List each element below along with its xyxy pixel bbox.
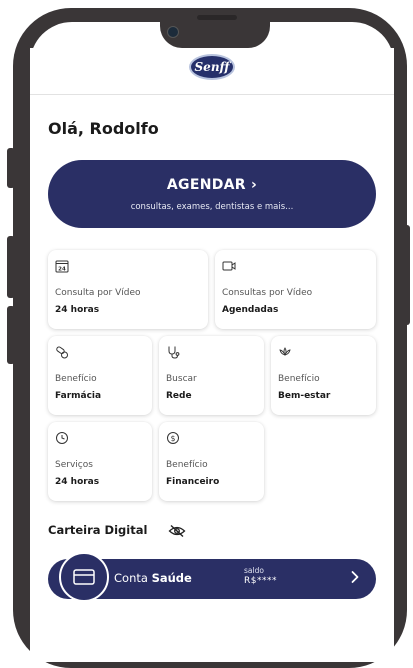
conta-saude-label: Conta Saúde xyxy=(114,571,192,585)
card-beneficio-farmacia[interactable]: Benefício Farmácia xyxy=(48,336,152,415)
24h-calendar-icon: 24 xyxy=(55,260,69,273)
phone-camera xyxy=(167,26,179,38)
credit-card-icon xyxy=(73,569,95,585)
app-header: Senff xyxy=(30,48,394,95)
card-label: Benefício xyxy=(55,374,97,384)
card-label: Benefício xyxy=(278,374,320,384)
card-beneficio-financeiro[interactable]: $ Benefício Financeiro xyxy=(159,422,264,501)
chevron-right-icon[interactable] xyxy=(350,570,360,584)
clock-icon xyxy=(56,432,68,444)
card-consultas-video-agendadas[interactable]: Consultas por Vídeo Agendadas xyxy=(215,250,376,329)
card-beneficio-bem-estar[interactable]: Benefício Bem-estar xyxy=(271,336,376,415)
saldo-value: R$**** xyxy=(244,576,277,586)
dollar-coin-icon: $ xyxy=(167,432,179,444)
video-camera-icon xyxy=(222,261,236,271)
agendar-subtitle: consultas, exames, dentistas e mais... xyxy=(130,202,294,212)
svg-text:$: $ xyxy=(171,434,176,443)
conta-name: Saúde xyxy=(151,571,192,585)
eye-off-icon[interactable] xyxy=(168,524,186,538)
svg-text:24: 24 xyxy=(58,267,66,273)
agendar-title: AGENDAR › xyxy=(166,177,258,193)
phone-speaker xyxy=(197,15,237,20)
phone-volume-up-button xyxy=(7,236,15,298)
greeting-title: Olá, Rodolfo xyxy=(48,119,159,138)
stethoscope-icon xyxy=(168,346,180,359)
conta-prefix: Conta xyxy=(114,571,152,585)
card-value: Bem-estar xyxy=(278,391,331,401)
card-label: Consultas por Vídeo xyxy=(222,288,313,298)
card-value: Financeiro xyxy=(166,477,220,487)
senff-logo: Senff xyxy=(189,54,235,80)
carteira-digital-title: Carteira Digital xyxy=(48,523,148,537)
phone-side-button xyxy=(7,148,15,188)
lotus-icon xyxy=(279,347,291,357)
card-value: 24 horas xyxy=(55,305,100,315)
card-value: Farmácia xyxy=(55,391,102,401)
card-value: 24 horas xyxy=(55,477,100,487)
card-value: Agendadas xyxy=(222,305,279,315)
card-buscar-rede[interactable]: Buscar Rede xyxy=(159,336,264,415)
card-label: Serviços xyxy=(55,460,93,470)
card-consulta-video-24h[interactable]: 24 Consulta por Vídeo 24 horas xyxy=(48,250,208,329)
card-label: Buscar xyxy=(166,374,197,384)
phone-power-button xyxy=(404,225,410,325)
card-servicos-24h[interactable]: Serviços 24 horas xyxy=(48,422,152,501)
card-label: Consulta por Vídeo xyxy=(55,288,141,298)
card-label: Benefício xyxy=(166,460,208,470)
phone-volume-down-button xyxy=(7,306,15,364)
agendar-button[interactable]: AGENDAR › consultas, exames, dentistas e… xyxy=(48,160,376,228)
conta-card-badge xyxy=(59,552,109,602)
saldo-label: saldo xyxy=(244,566,264,575)
card-value: Rede xyxy=(166,391,192,401)
pills-icon xyxy=(56,346,68,359)
